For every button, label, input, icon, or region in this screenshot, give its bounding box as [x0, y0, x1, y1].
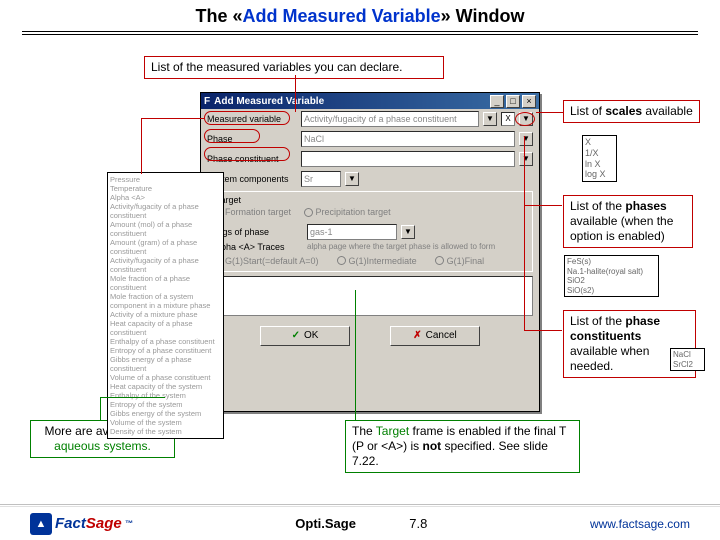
arrow-aqueous2	[100, 397, 165, 398]
callout-measured-vars: List of the measured variables you can d…	[144, 56, 444, 79]
scale-button[interactable]: X	[501, 112, 515, 126]
dropdown-syscomp[interactable]: ▼	[345, 172, 359, 186]
arrow-measured	[295, 75, 296, 112]
field-phase[interactable]: NaCl	[301, 131, 515, 147]
dropdown-phconst[interactable]: ▼	[519, 152, 533, 166]
highlight-measured	[204, 111, 290, 125]
highlight-scale	[515, 112, 535, 126]
radio-g2[interactable]: G(1)Intermediate	[337, 256, 417, 266]
field-syscomp[interactable]: Sr	[301, 171, 341, 187]
minimize-button[interactable]: _	[490, 95, 504, 108]
logo-icon: ▲	[30, 513, 52, 535]
callout-phases: List of the phases available (when the o…	[563, 195, 693, 248]
ok-button[interactable]: ✓OK	[260, 326, 350, 346]
factsage-logo: ▲ FactSage ™	[30, 513, 133, 535]
footer-center: Opti.Sage	[295, 516, 356, 531]
close-button[interactable]: ×	[522, 95, 536, 108]
field-phconst[interactable]	[301, 151, 515, 167]
cancel-button[interactable]: ✗Cancel	[390, 326, 480, 346]
radio-g3[interactable]: G(1)Final	[435, 256, 485, 266]
highlight-phconst	[204, 147, 290, 161]
slide-title: The «Add Measured Variable» Window	[0, 0, 720, 31]
dropdown-measured[interactable]: ▼	[483, 112, 497, 126]
footer: ▲ FactSage ™ Opti.Sage 7.8 www.factsage.…	[0, 506, 720, 540]
measured-var-list[interactable]: Pressure Temperature Alpha <A> Activity/…	[107, 172, 224, 439]
arrow-aqueous	[100, 397, 101, 420]
label-alpha: Alpha <A> Traces	[213, 242, 303, 252]
dialog-titlebar: FAdd Measured Variable _ □ ×	[201, 93, 539, 109]
arrow-measured3	[141, 118, 142, 174]
footer-url: www.factsage.com	[590, 517, 690, 531]
arrow-phase2	[524, 205, 562, 206]
field-measured[interactable]: Activity/fugacity of a phase constituent	[301, 111, 479, 127]
target-frame: Target Formation target Precipitation ta…	[207, 191, 533, 272]
arrow-measured2	[142, 118, 204, 119]
scales-list: X 1/X ln X log X	[582, 135, 617, 182]
highlight-phase	[204, 129, 260, 143]
label-alpha-note: alpha page where the target phase is all…	[307, 242, 527, 251]
radio-precip[interactable]: Precipitation target	[304, 207, 391, 217]
page-number: 7.8	[409, 516, 427, 531]
callout-target: The Target frame is enabled if the final…	[345, 420, 580, 473]
phases-list: FeS(s) Na.1-halite(royal salt) SiO2 SiO(…	[564, 255, 659, 297]
arrow-target	[355, 290, 356, 420]
dropdown-phase[interactable]: ▼	[519, 132, 533, 146]
arrow-scale	[536, 112, 563, 113]
radio-g1[interactable]: G(1)Start(=default A=0)	[213, 256, 319, 266]
callout-scales: List of scales available	[563, 100, 700, 123]
arrow-const	[524, 155, 525, 330]
radio-formation[interactable]: Formation target	[213, 207, 291, 217]
list-area	[207, 276, 533, 316]
arrow-const2	[524, 330, 562, 331]
constituents-list: NaCl SrCl2	[670, 348, 705, 371]
dropdown-tagsphase[interactable]: ▼	[401, 225, 415, 239]
field-tagsphase[interactable]: gas-1	[307, 224, 397, 240]
maximize-button[interactable]: □	[506, 95, 520, 108]
label-tagsphase: Tags of phase	[213, 227, 303, 237]
